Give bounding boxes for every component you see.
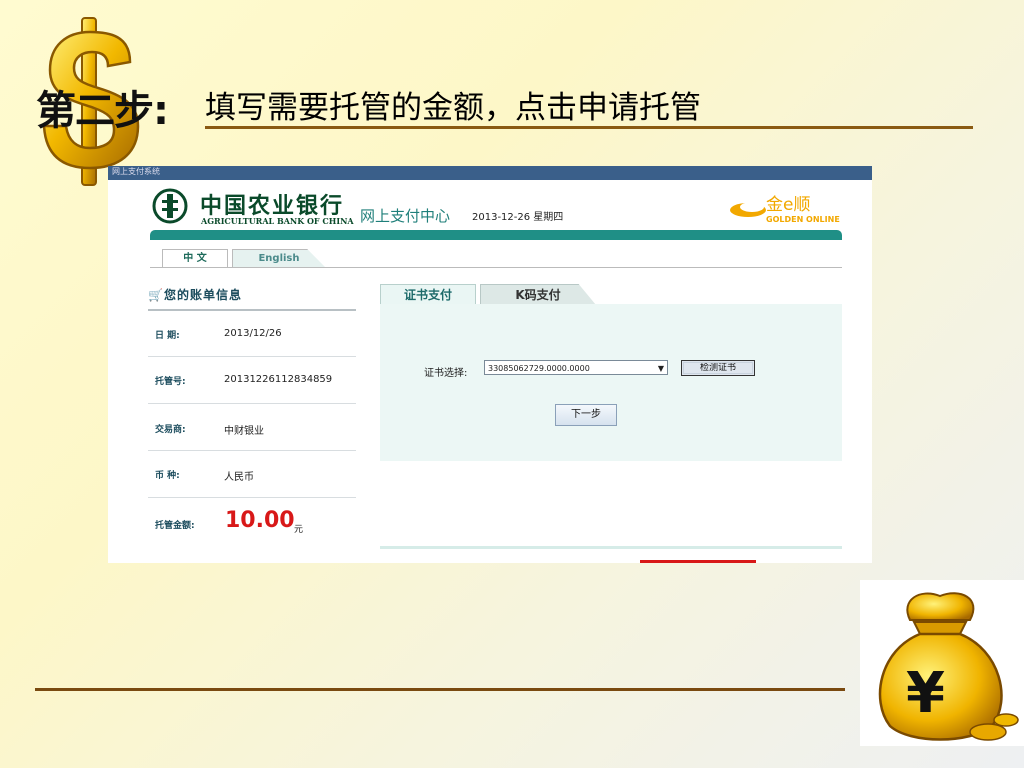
golden-logo-cn: 金e顺 (766, 195, 810, 215)
money-bag-icon: ¥ (860, 580, 1024, 746)
browser-title-bar: 网上支付系统 (108, 166, 872, 180)
amount-unit: 元 (294, 525, 304, 535)
pay-center-title: 网上支付中心 (360, 207, 451, 225)
lang-tab-divider (150, 267, 842, 268)
amount-label: 托管金额: (155, 521, 195, 531)
tab-chinese[interactable]: 中 文 (162, 249, 228, 268)
browser-title: 网上支付系统 (112, 167, 160, 176)
row-divider (148, 356, 356, 357)
row-divider (148, 450, 356, 451)
cert-select-label: 证书选择: (424, 368, 468, 379)
row-divider (148, 497, 356, 498)
trader-value: 中财银业 (224, 426, 264, 437)
cert-select[interactable]: 33085062729.0000.0000 ▼ (484, 360, 668, 375)
currency-label: 币 种: (155, 471, 180, 481)
bill-header-text: 您的账单信息 (163, 288, 242, 302)
abc-bank-logo-icon (152, 188, 188, 224)
tab-cert-payment[interactable]: 证书支付 (380, 284, 476, 305)
next-step-button[interactable]: 下一步 (555, 404, 617, 426)
payment-panel (380, 304, 842, 461)
bank-name-en: AGRICULTURAL BANK OF CHINA (201, 216, 354, 226)
bill-header: 🛒您的账单信息 (148, 286, 242, 303)
tab-english[interactable]: English (232, 249, 326, 268)
trader-label: 交易商: (155, 425, 186, 435)
bill-divider (148, 309, 356, 311)
escrow-no-value: 20131226112834859 (224, 374, 333, 385)
panel-divider (380, 546, 842, 549)
amount-value: 10.00 (225, 508, 295, 533)
step-title: 第二步: (36, 88, 169, 134)
svg-text:¥: ¥ (906, 661, 945, 726)
currency-value: 人民币 (224, 472, 254, 483)
dropdown-arrow-icon: ▼ (657, 364, 664, 373)
tab-kcode-payment[interactable]: K码支付 (480, 284, 596, 305)
cert-select-value: 33085062729.0000.0000 (488, 364, 590, 373)
golden-logo-en: GOLDEN ONLINE (766, 215, 840, 224)
row-divider (148, 403, 356, 404)
cart-icon: 🛒 (148, 288, 164, 302)
bank-payment-screenshot: 网上支付系统 中国农业银行 AGRICULTURAL BANK OF CHINA… (108, 166, 872, 563)
detect-cert-button[interactable]: 检测证书 (681, 360, 755, 376)
step-subtitle: 填写需要托管的金额，点击申请托管 (205, 90, 701, 126)
date-value: 2013/12/26 (224, 328, 282, 339)
pay-date: 2013-12-26 星期四 (472, 212, 564, 223)
red-bar-partial (640, 560, 756, 563)
bottom-divider (35, 688, 845, 691)
title-divider (205, 126, 973, 129)
escrow-no-label: 托管号: (155, 377, 186, 387)
golden-online-logo-icon: 金e顺 GOLDEN ONLINE (730, 195, 840, 224)
date-label: 日 期: (155, 331, 180, 341)
header-green-bar (150, 230, 842, 240)
